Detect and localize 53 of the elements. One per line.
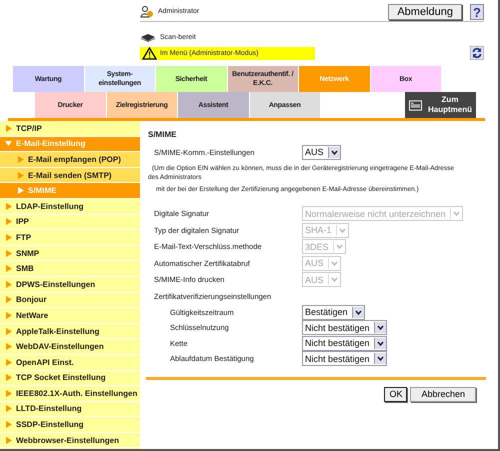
triangle-right-icon	[5, 421, 12, 428]
caret-icon	[328, 274, 340, 286]
triangle-right-icon	[5, 374, 12, 382]
sidebar-item[interactable]: E-Mail empfangen (POP)	[0, 152, 140, 168]
triangle-right-icon	[5, 265, 12, 272]
triangle-right-icon	[5, 218, 12, 226]
triangle-right-icon	[17, 172, 24, 179]
ok-button[interactable]: OK	[384, 386, 408, 402]
logout-button[interactable]: Abmeldung	[388, 4, 462, 20]
triangle-right-icon	[5, 250, 12, 257]
scanner-icon	[140, 32, 156, 42]
users-icon	[140, 6, 154, 18]
triangle-right-icon	[17, 187, 24, 194]
select-field[interactable]: Bestätigen	[302, 304, 365, 320]
caret-icon	[374, 322, 386, 334]
triangle-down-icon	[5, 140, 12, 148]
sidebar-item[interactable]: AppleTalk-Einstellung	[0, 324, 140, 340]
sidebar-item[interactable]: LLTD-Einstellung	[0, 402, 140, 418]
triangle-right-icon	[5, 296, 12, 304]
caret-icon	[332, 241, 345, 252]
select-field[interactable]: Nicht bestätigen	[302, 320, 387, 336]
caret-icon	[328, 258, 340, 269]
caret-icon	[374, 353, 386, 364]
sidebar-item[interactable]: Bonjour	[0, 292, 140, 308]
triangle-right-icon	[5, 436, 12, 444]
triangle-right-icon	[5, 124, 12, 132]
caret-icon	[374, 338, 386, 349]
triangle-right-icon	[5, 234, 12, 241]
sidebar-item[interactable]: IPP	[0, 214, 140, 230]
triangle-right-icon	[5, 390, 12, 397]
triangle-right-icon	[5, 328, 12, 335]
triangle-right-icon	[5, 405, 12, 412]
triangle-right-icon	[5, 202, 12, 210]
cancel-button[interactable]: Abbrechen	[410, 386, 476, 402]
sidebar-item[interactable]: TCP Socket Einstellung	[0, 370, 140, 386]
select-field[interactable]: AUS	[302, 144, 341, 160]
section-title: S/MIME	[148, 130, 178, 139]
caret-icon	[450, 208, 462, 220]
triangle-right-icon	[5, 358, 12, 366]
triangle-right-icon	[5, 280, 12, 288]
main-menu-button[interactable]: Zum Hauptmenü	[405, 92, 476, 118]
triangle-right-icon	[17, 156, 24, 163]
triangle-right-icon	[5, 312, 12, 319]
caret-icon	[352, 306, 364, 318]
sidebar-item[interactable]: E-Mail senden (SMTP)	[0, 168, 140, 184]
select-field[interactable]: Nicht bestätigen	[302, 351, 387, 366]
window-icon	[409, 100, 422, 110]
refresh-icon[interactable]	[470, 46, 484, 60]
triangle-right-icon	[5, 343, 12, 350]
caret-icon	[336, 224, 348, 236]
select-field[interactable]: Nicht bestätigen	[302, 336, 387, 351]
help-button[interactable]: ?	[470, 4, 484, 20]
caret-icon	[328, 146, 340, 158]
